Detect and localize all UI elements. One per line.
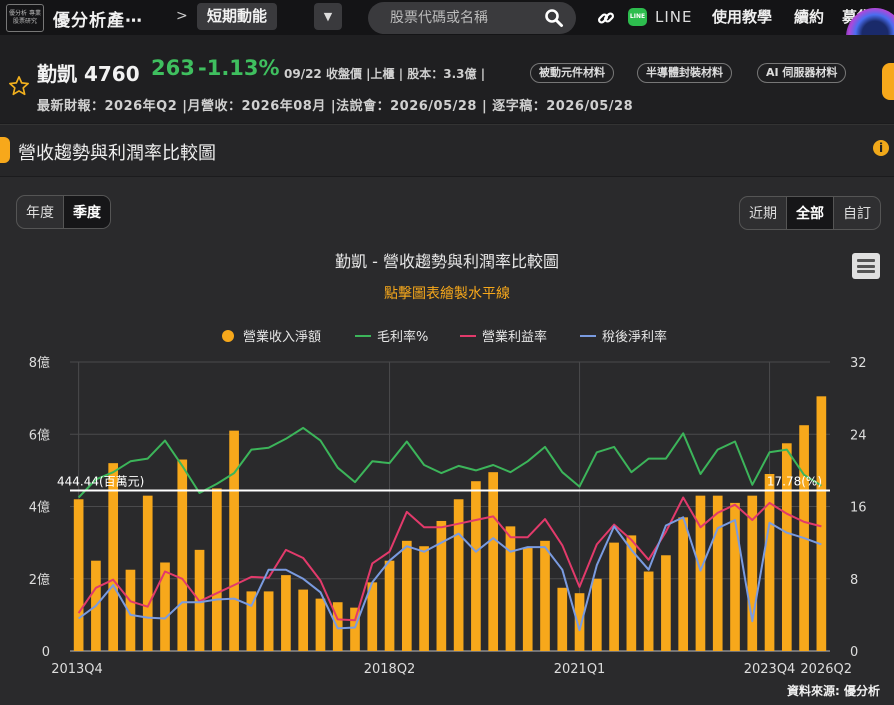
legend-label: 營業利益率 [482, 329, 547, 345]
x-tick-label: 2023Q4 [744, 662, 796, 677]
revenue-bar [73, 499, 84, 651]
y-right-tick-label: 8 [850, 573, 858, 588]
y-right-tick-label: 0 [850, 645, 858, 660]
revenue-bar [142, 495, 153, 651]
legend-item[interactable]: 毛利率% [355, 329, 428, 345]
reference-line: 444.44(百萬元) 17.78(%) [57, 474, 830, 492]
y-left-tick-label: 8億 [29, 355, 50, 371]
revenue-bar [695, 495, 706, 651]
revenue-bar [281, 575, 291, 651]
revenue-bar [540, 540, 550, 651]
revenue-bar [661, 555, 671, 651]
y-left-tick-label: 6億 [29, 427, 50, 443]
revenue-bar [401, 540, 412, 651]
y-left-tick-label: 2億 [29, 572, 50, 588]
revenue-bar [488, 472, 499, 651]
revenue-bar [816, 396, 827, 651]
revenue-bar [522, 548, 533, 651]
revenue-bar [712, 495, 723, 651]
revenue-bar [591, 578, 602, 651]
ref-line-right-label: 17.78(%) [767, 474, 822, 488]
legend-marker [222, 330, 234, 342]
chart-legend: 營業收入淨額 毛利率% 營業利益率 稅後淨利率 [222, 329, 667, 345]
legend-item[interactable]: 營業收入淨額 [222, 329, 321, 345]
legend-label: 稅後淨利率 [602, 329, 667, 345]
x-tick-label: 2021Q1 [554, 662, 606, 677]
legend-item[interactable]: 營業利益率 [460, 329, 547, 345]
margin-line-3 [78, 516, 822, 632]
revenue-bar [298, 589, 309, 651]
y-left-tick-label: 4億 [29, 500, 50, 516]
legend-label: 毛利率% [377, 329, 428, 345]
revenue-margin-chart[interactable]: 444.44(百萬元) 17.78(%) 0 2億 4億 6億 8億 0 8 16 24 32 201… [0, 0, 894, 705]
legend-label: 營業收入淨額 [243, 329, 321, 345]
revenue-bar [229, 430, 239, 651]
revenue-bar [609, 542, 619, 651]
y-left-tick-label: 0 [42, 645, 50, 660]
revenue-bar [557, 587, 568, 651]
revenue-bar [764, 473, 775, 651]
x-tick-label: 2018Q2 [364, 662, 416, 677]
revenue-bar [177, 459, 188, 651]
y-right-tick-label: 24 [850, 428, 867, 443]
data-source: 資料來源: 優分析 [787, 683, 880, 698]
margin-line-1 [77, 426, 822, 499]
revenue-bar [643, 571, 654, 651]
y-right-tick-label: 16 [850, 501, 867, 516]
chart-axes: 0 2億 4億 6億 8億 0 8 16 24 32 2013Q4 2018Q2 2021Q1 2023Q… [29, 355, 867, 677]
revenue-bar [211, 488, 222, 651]
chart-subtitle: 點擊圖表繪製水平線 [384, 285, 510, 302]
revenue-bar [263, 591, 274, 651]
x-tick-label: 2026Q2 [800, 662, 852, 677]
revenue-bar [471, 481, 481, 651]
revenue-bar [315, 598, 326, 651]
revenue-bar [505, 526, 516, 651]
revenue-bar [678, 517, 689, 651]
y-right-tick-label: 32 [850, 356, 867, 371]
revenue-bar [350, 607, 360, 651]
ref-line-left-label: 444.44(百萬元) [57, 474, 144, 488]
revenue-bar [384, 560, 395, 651]
x-tick-label: 2013Q4 [51, 662, 103, 677]
margin-lines [77, 426, 822, 632]
legend-item[interactable]: 稅後淨利率 [580, 329, 667, 345]
revenue-bar [160, 562, 170, 651]
chart-title: 勤凱 - 營收趨勢與利潤率比較圖 [335, 252, 559, 271]
revenue-bar [419, 546, 429, 651]
